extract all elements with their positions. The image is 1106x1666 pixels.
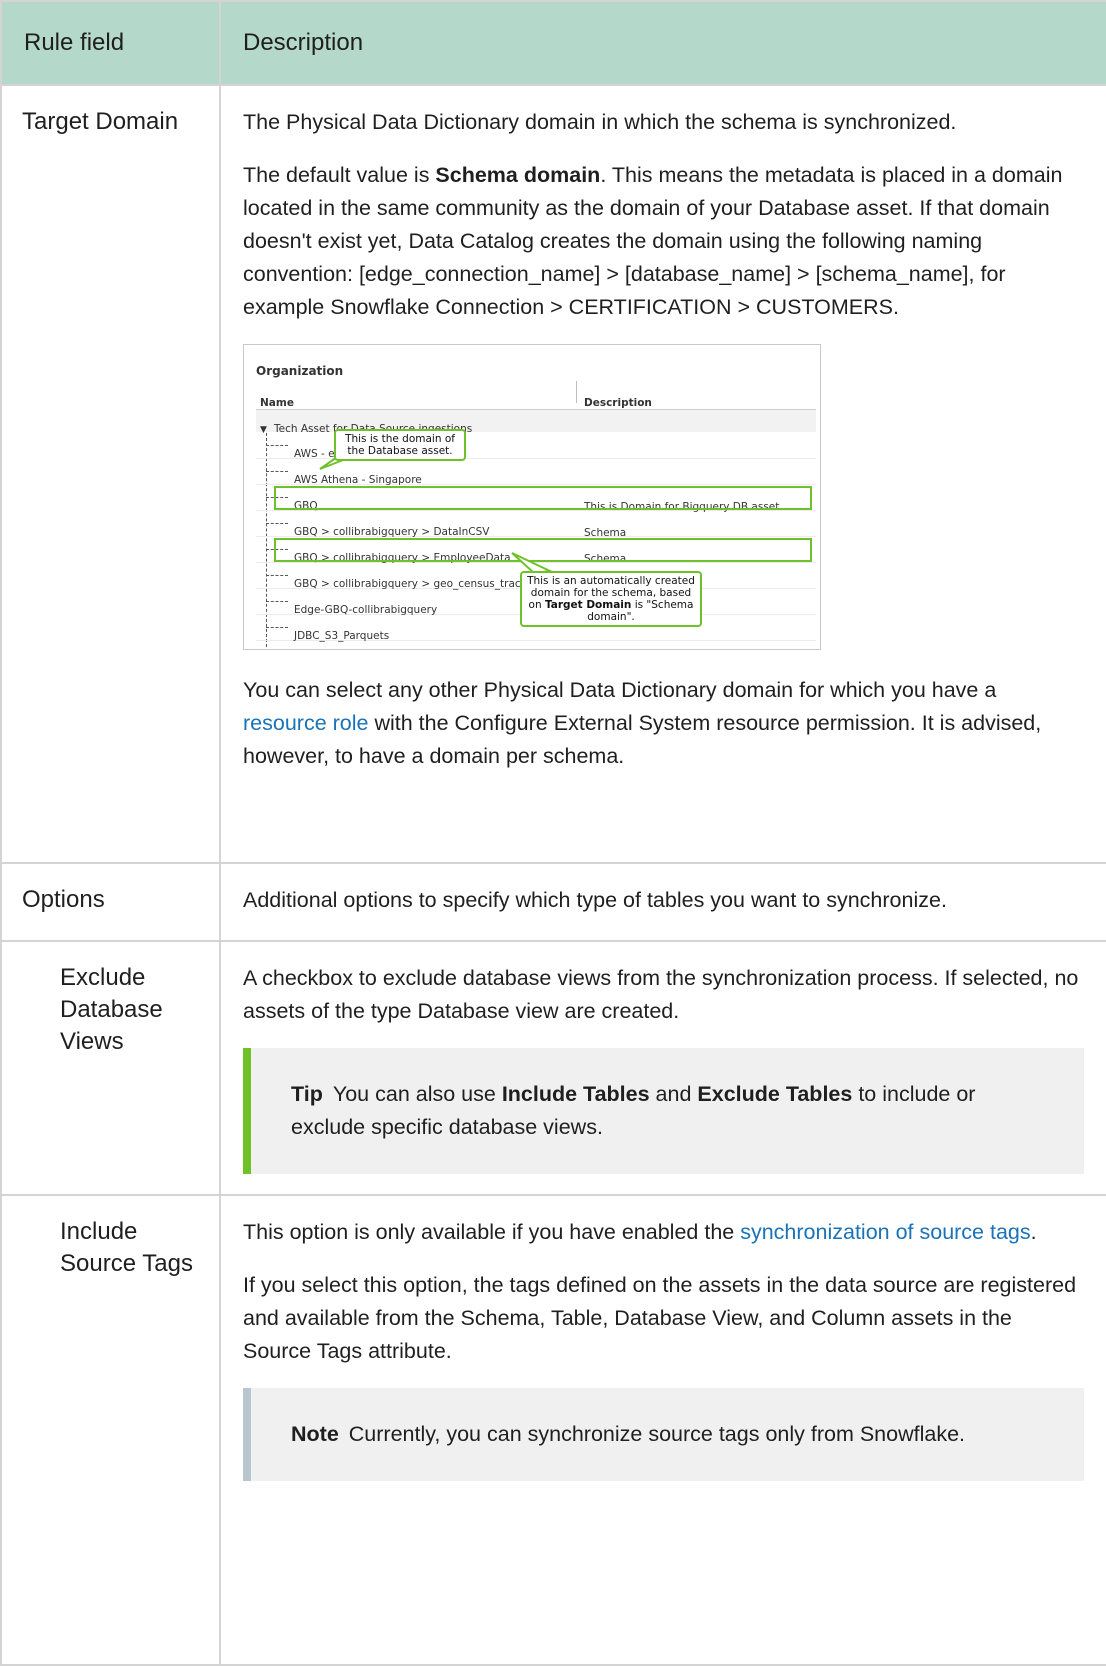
header-description: Description — [219, 0, 1106, 86]
table-header-row: Rule field Description — [0, 0, 1106, 86]
target-domain-p1: The Physical Data Dictionary domain in w… — [243, 110, 957, 134]
row-exclude-views: Exclude Database Views A checkbox to exc… — [0, 940, 1106, 1196]
text: The default value is — [243, 163, 436, 187]
desc-include-tags: This option is only available if you hav… — [219, 1194, 1106, 1666]
text: You can also use — [332, 1082, 502, 1106]
header-rule-field: Rule field — [0, 0, 221, 86]
callout-schema-domain: This is an automatically created domain … — [520, 571, 702, 627]
row-options: Options Additional options to specify wh… — [0, 862, 1106, 942]
resource-role-link[interactable]: resource role — [243, 711, 368, 735]
text: You can select any other Physical Data D… — [243, 678, 997, 702]
target-domain-p2: The default value is Schema domain. This… — [243, 159, 1084, 324]
note-callout: Note Currently, you can synchronize sourc… — [243, 1388, 1084, 1481]
desc-exclude-views: A checkbox to exclude database views fro… — [219, 940, 1106, 1196]
bold-schema-domain: Schema domain — [435, 163, 601, 187]
field-options: Options — [0, 862, 221, 942]
tip-label: Tip — [291, 1082, 323, 1106]
target-domain-p3: You can select any other Physical Data D… — [243, 674, 1084, 773]
options-desc-text: Additional options to specify which type… — [243, 888, 947, 912]
note-text: Currently, you can synchronize source ta… — [348, 1422, 965, 1446]
source-tags-sync-link[interactable]: synchronization of source tags — [740, 1220, 1030, 1244]
row-target-domain: Target Domain The Physical Data Dictiona… — [0, 84, 1106, 864]
include-tags-p2: If you select this option, the tags defi… — [243, 1273, 1077, 1363]
text: and — [649, 1082, 698, 1106]
tip-callout: Tip You can also use Include Tables and E… — [243, 1048, 1084, 1174]
callout2-pointer — [511, 552, 554, 575]
row-include-tags: Include Source Tags This option is only … — [0, 1194, 1106, 1666]
exclude-views-desc-text: A checkbox to exclude database views fro… — [243, 966, 1079, 1023]
desc-options: Additional options to specify which type… — [219, 862, 1106, 942]
bold-target-domain: Target Domain — [544, 599, 632, 611]
organization-screenshot: Organization Name Description ▼ Tech Asse… — [243, 344, 821, 650]
field-include-tags: Include Source Tags — [0, 1194, 221, 1666]
field-exclude-views: Exclude Database Views — [0, 940, 221, 1196]
callout-database-asset: This is the domain of the Database asset… — [334, 429, 466, 461]
bold-include-tables: Include Tables — [501, 1082, 650, 1106]
desc-target-domain: The Physical Data Dictionary domain in w… — [219, 84, 1106, 864]
text: . — [1030, 1220, 1037, 1244]
note-label: Note — [291, 1422, 339, 1446]
bold-exclude-tables: Exclude Tables — [697, 1082, 853, 1106]
include-tags-p1: This option is only available if you hav… — [243, 1216, 1084, 1249]
text: This option is only available if you hav… — [243, 1220, 741, 1244]
field-target-domain: Target Domain — [0, 84, 221, 864]
rules-table: Rule field Description Target Domain The… — [0, 0, 1106, 1666]
